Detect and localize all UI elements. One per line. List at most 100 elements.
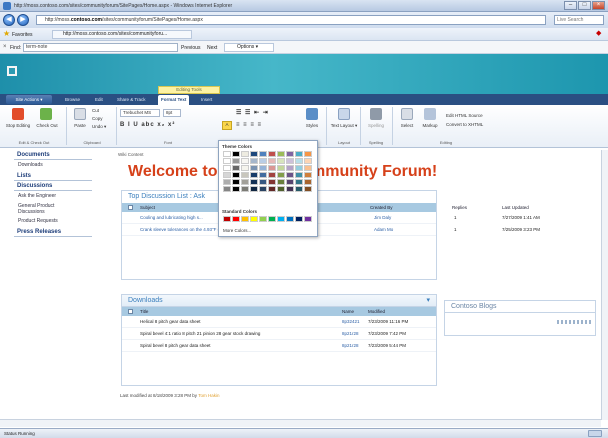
color-swatch[interactable] — [277, 179, 285, 185]
color-swatch[interactable] — [250, 165, 258, 171]
color-swatch[interactable] — [304, 165, 312, 171]
color-swatch[interactable] — [232, 165, 240, 171]
markup-button[interactable]: Markup — [419, 123, 441, 128]
select-all-checkbox[interactable] — [128, 309, 133, 314]
ql-ask-engineer[interactable]: Ask the Engineer — [14, 191, 92, 202]
minimize-button[interactable]: – — [564, 1, 577, 10]
color-swatch[interactable] — [295, 216, 303, 222]
find-previous-button[interactable]: Previous — [181, 45, 200, 51]
live-search-input[interactable]: Live Search — [554, 15, 604, 25]
color-swatch[interactable] — [295, 158, 303, 164]
tab-browse[interactable]: Browse — [62, 95, 83, 105]
discussion-author[interactable]: Jim Daly — [374, 212, 391, 224]
select-icon[interactable] — [401, 108, 413, 120]
favorites-button[interactable]: Favorites — [12, 32, 33, 38]
convert-xhtml-button[interactable]: Convert to XHTML — [446, 122, 483, 127]
download-name[interactable]: 8p21r28 — [342, 328, 359, 340]
color-swatch[interactable] — [241, 179, 249, 185]
webpart-menu-icon[interactable]: ▾ — [426, 295, 430, 307]
color-swatch[interactable] — [268, 151, 276, 157]
paste-icon[interactable] — [74, 108, 86, 120]
ql-discussions[interactable]: Discussions — [14, 181, 92, 191]
tab-insert[interactable]: Insert — [198, 95, 215, 105]
site-logo-icon[interactable] — [7, 66, 17, 76]
color-swatch[interactable] — [250, 151, 258, 157]
color-swatch[interactable] — [277, 186, 285, 192]
color-swatch[interactable] — [268, 172, 276, 178]
download-title[interactable]: Spiral bevel 8 pitch gear data sheet — [140, 340, 211, 352]
ie-page-icon[interactable]: ◆ — [596, 30, 604, 38]
color-swatch[interactable] — [232, 172, 240, 178]
discussion-subject[interactable]: Cooling and lubricating high s... — [140, 212, 203, 224]
color-swatch[interactable] — [277, 216, 285, 222]
check-out-button[interactable]: Check Out — [34, 123, 60, 128]
color-swatch[interactable] — [259, 186, 267, 192]
ql-downloads[interactable]: Downloads — [14, 160, 92, 171]
color-swatch[interactable] — [304, 172, 312, 178]
color-swatch[interactable] — [268, 179, 276, 185]
download-name[interactable]: 8p21r28 — [342, 340, 359, 352]
color-swatch[interactable] — [286, 165, 294, 171]
table-row[interactable]: Spiral bevel 8 pitch gear data sheet 8p2… — [122, 340, 436, 352]
close-find-icon[interactable]: × — [3, 44, 7, 50]
font-size-select[interactable]: 8pt — [163, 109, 181, 117]
site-actions-button[interactable]: Site Actions ▾ — [6, 95, 52, 104]
edit-html-source-button[interactable]: Edit HTML Source — [446, 113, 483, 118]
color-swatch[interactable] — [250, 158, 258, 164]
color-swatch[interactable] — [241, 216, 249, 222]
color-swatch[interactable] — [232, 216, 240, 222]
color-swatch[interactable] — [259, 158, 267, 164]
color-swatch[interactable] — [304, 186, 312, 192]
ql-lists[interactable]: Lists — [14, 171, 92, 181]
color-swatch[interactable] — [250, 172, 258, 178]
discussion-author[interactable]: Adam Mo — [374, 224, 393, 236]
color-swatch[interactable] — [295, 172, 303, 178]
color-swatch[interactable] — [259, 172, 267, 178]
stop-editing-button[interactable]: Stop Editing — [4, 123, 32, 128]
color-swatch[interactable] — [286, 216, 294, 222]
color-swatch[interactable] — [268, 158, 276, 164]
find-input[interactable]: term-note — [23, 43, 178, 52]
col-last-updated[interactable]: Last Updated — [502, 203, 529, 212]
find-next-button[interactable]: Next — [207, 45, 217, 51]
back-button[interactable]: ◀ — [3, 14, 15, 26]
zoom-icon[interactable] — [588, 430, 602, 437]
color-swatch[interactable] — [304, 216, 312, 222]
favorites-star-icon[interactable]: ★ — [3, 30, 10, 38]
color-swatch[interactable] — [277, 151, 285, 157]
color-swatch[interactable] — [223, 186, 231, 192]
vertical-scrollbar[interactable] — [601, 150, 608, 420]
color-swatch[interactable] — [259, 151, 267, 157]
col-created-by[interactable]: Created By — [370, 203, 393, 212]
font-name-select[interactable]: Trebuchet MS — [120, 109, 160, 117]
tab-format-text[interactable]: Format Text — [158, 95, 190, 105]
ql-press-releases[interactable]: Press Releases — [14, 227, 92, 237]
color-swatch[interactable] — [232, 186, 240, 192]
cut-button[interactable]: Cut — [92, 108, 99, 113]
markup-icon[interactable] — [424, 108, 436, 120]
url-field[interactable]: http://moss.contoso.com/sites/communityf… — [36, 15, 546, 25]
more-colors-button[interactable]: More Colors... — [223, 228, 251, 233]
color-swatch[interactable] — [259, 179, 267, 185]
ql-documents[interactable]: Documents — [14, 150, 92, 160]
color-swatch[interactable] — [250, 216, 258, 222]
color-swatch[interactable] — [241, 158, 249, 164]
paste-button[interactable]: Paste — [70, 123, 90, 128]
color-swatch[interactable] — [241, 165, 249, 171]
format-buttons[interactable]: B I U abc x₂ x² — [120, 122, 175, 128]
close-button[interactable]: × — [592, 1, 605, 10]
highlight-color-icon[interactable]: A — [222, 121, 232, 130]
color-swatch[interactable] — [241, 186, 249, 192]
horizontal-scrollbar[interactable] — [0, 419, 601, 427]
color-swatch[interactable] — [223, 165, 231, 171]
text-layout-icon[interactable] — [338, 108, 350, 120]
col-modified[interactable]: Modified — [368, 307, 385, 316]
color-swatch[interactable] — [223, 158, 231, 164]
color-swatch[interactable] — [277, 172, 285, 178]
stop-editing-icon[interactable] — [12, 108, 24, 120]
color-swatch[interactable] — [232, 158, 240, 164]
last-modified-user[interactable]: Tom Hakin — [198, 393, 219, 398]
color-swatch[interactable] — [250, 186, 258, 192]
col-title[interactable]: Title — [140, 307, 148, 316]
color-swatch[interactable] — [286, 172, 294, 178]
